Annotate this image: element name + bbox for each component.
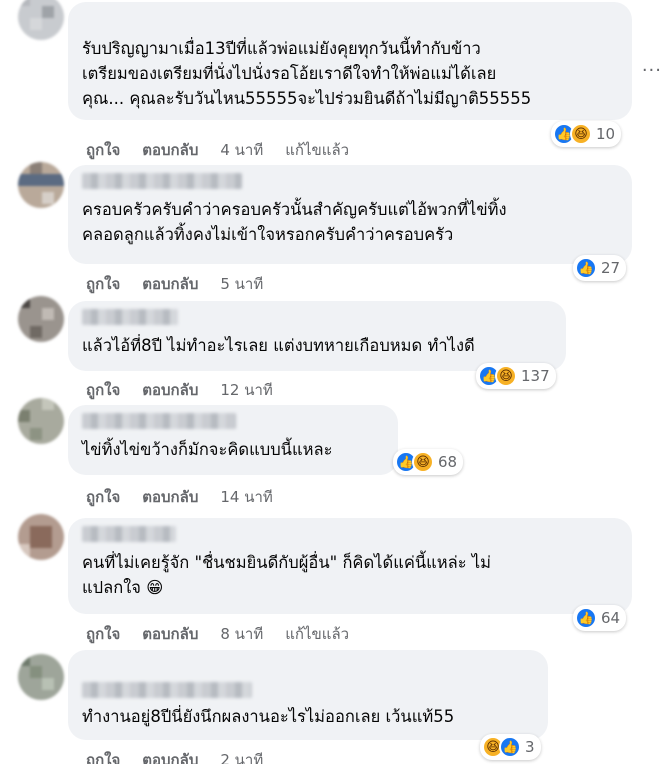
- comment-text-line: แปลกใจ 😁: [82, 578, 164, 597]
- avatar[interactable]: [18, 162, 64, 208]
- comment-bubble: คนที่ไม่เคยรู้จัก "ชื่นชมยินดีกับผู้อื่น…: [68, 518, 632, 614]
- avatar[interactable]: [18, 514, 64, 560]
- reply-button[interactable]: ตอบกลับ: [142, 138, 198, 162]
- like-button[interactable]: ถูกใจ: [86, 378, 120, 402]
- comment-text-line: ไข่ทิ้งไข่ขว้างก็มักจะคิดแบบนี้แหละ: [82, 440, 333, 459]
- avatar[interactable]: [18, 654, 64, 700]
- comment-text-line: คุณ... คุณละรับวันไหน55555จะไปร่วมยินดีถ…: [82, 89, 532, 108]
- comment-actions: ถูกใจ ตอบกลับ 5 นาที: [86, 272, 285, 296]
- comment-actions: ถูกใจ ตอบกลับ 4 นาที แก้ไขแล้ว: [86, 138, 371, 162]
- commenter-name[interactable]: [82, 173, 242, 189]
- reply-button[interactable]: ตอบกลับ: [142, 622, 198, 646]
- comment-bubble: ไข่ทิ้งไข่ขว้างก็มักจะคิดแบบนี้แหละ: [68, 405, 398, 475]
- commenter-name[interactable]: [82, 309, 178, 325]
- timestamp[interactable]: 14 นาที: [220, 485, 272, 509]
- like-button[interactable]: ถูกใจ: [86, 272, 120, 296]
- like-button[interactable]: ถูกใจ: [86, 622, 120, 646]
- reaction-summary[interactable]: 😆 👍 3: [480, 734, 541, 760]
- reaction-count: 68: [438, 453, 458, 471]
- commenter-name[interactable]: [82, 413, 236, 429]
- edited-label[interactable]: แก้ไขแล้ว: [285, 622, 349, 646]
- avatar[interactable]: [18, 0, 64, 40]
- reply-button[interactable]: ตอบกลับ: [142, 378, 198, 402]
- haha-icon: 😆: [412, 451, 434, 473]
- reply-button[interactable]: ตอบกลับ: [142, 748, 198, 764]
- reaction-count: 64: [601, 609, 621, 627]
- reaction-count: 3: [525, 738, 535, 756]
- reaction-summary[interactable]: 👍 64: [573, 605, 627, 631]
- comment-text-line: เตรียมของเตรียมที่นั่งไปนั่งรอโอ้ยเราดีใ…: [82, 64, 497, 83]
- reaction-summary[interactable]: 👍 😆 137: [476, 363, 556, 389]
- comment-actions: ถูกใจ ตอบกลับ 12 นาที: [86, 378, 295, 402]
- reaction-count: 137: [521, 367, 550, 385]
- comment-actions: ถูกใจ ตอบกลับ 2 นาที: [86, 748, 285, 764]
- commenter-name[interactable]: [82, 526, 176, 542]
- like-icon: 👍: [575, 257, 597, 279]
- comment-text-line: คลอดลูกแล้วทิ้งคงไม่เข้าใจหรอกครับคำว่าค…: [82, 225, 454, 244]
- timestamp[interactable]: 2 นาที: [220, 748, 263, 764]
- comment-bubble: รับปริญญามาเมื่อ13ปีที่แล้วพ่อแม่ยังคุยท…: [68, 2, 632, 120]
- more-options-icon[interactable]: ···: [642, 60, 662, 81]
- haha-icon: 😆: [570, 123, 592, 145]
- like-button[interactable]: ถูกใจ: [86, 138, 120, 162]
- reply-button[interactable]: ตอบกลับ: [142, 485, 198, 509]
- edited-label[interactable]: แก้ไขแล้ว: [285, 138, 349, 162]
- like-icon: 👍: [575, 607, 597, 629]
- like-icon: 👍: [499, 736, 521, 758]
- comment-bubble: ครอบครัวครับคำว่าครอบครัวนั้นสำคัญครับแต…: [68, 165, 632, 264]
- commenter-name[interactable]: [82, 682, 252, 698]
- comment-bubble: ทำงานอยู่8ปีนี่ยังนึกผลงานอะไรไม่ออกเลย …: [68, 650, 548, 740]
- reaction-summary[interactable]: 👍 😆 68: [393, 449, 464, 475]
- haha-icon: 😆: [495, 365, 517, 387]
- avatar[interactable]: [18, 296, 64, 342]
- timestamp[interactable]: 12 นาที: [220, 378, 272, 402]
- timestamp[interactable]: 5 นาที: [220, 272, 263, 296]
- reaction-summary[interactable]: 👍 27: [573, 255, 627, 281]
- reply-button[interactable]: ตอบกลับ: [142, 272, 198, 296]
- reaction-count: 27: [601, 259, 621, 277]
- reaction-count: 10: [596, 125, 616, 143]
- like-button[interactable]: ถูกใจ: [86, 485, 120, 509]
- timestamp[interactable]: 4 นาที: [220, 138, 263, 162]
- timestamp[interactable]: 8 นาที: [220, 622, 263, 646]
- comment-actions: ถูกใจ ตอบกลับ 8 นาที แก้ไขแล้ว: [86, 622, 371, 646]
- comment-text-line: แล้วไอ้ที่8ปี ไม่ทำอะไรเลย แต่งบทหายเกือ…: [82, 336, 475, 355]
- avatar[interactable]: [18, 398, 64, 444]
- comment-text-line: คนที่ไม่เคยรู้จัก "ชื่นชมยินดีกับผู้อื่น…: [82, 553, 492, 572]
- comment-text-line: ครอบครัวครับคำว่าครอบครัวนั้นสำคัญครับแต…: [82, 200, 507, 219]
- comment-text-line: รับปริญญามาเมื่อ13ปีที่แล้วพ่อแม่ยังคุยท…: [82, 39, 481, 58]
- comment-bubble: แล้วไอ้ที่8ปี ไม่ทำอะไรเลย แต่งบทหายเกือ…: [68, 301, 566, 371]
- reaction-summary[interactable]: 👍 😆 10: [551, 121, 622, 147]
- comment-text-line: ทำงานอยู่8ปีนี่ยังนึกผลงานอะไรไม่ออกเลย …: [82, 707, 455, 726]
- comment-actions: ถูกใจ ตอบกลับ 14 นาที: [86, 485, 295, 509]
- like-button[interactable]: ถูกใจ: [86, 748, 120, 764]
